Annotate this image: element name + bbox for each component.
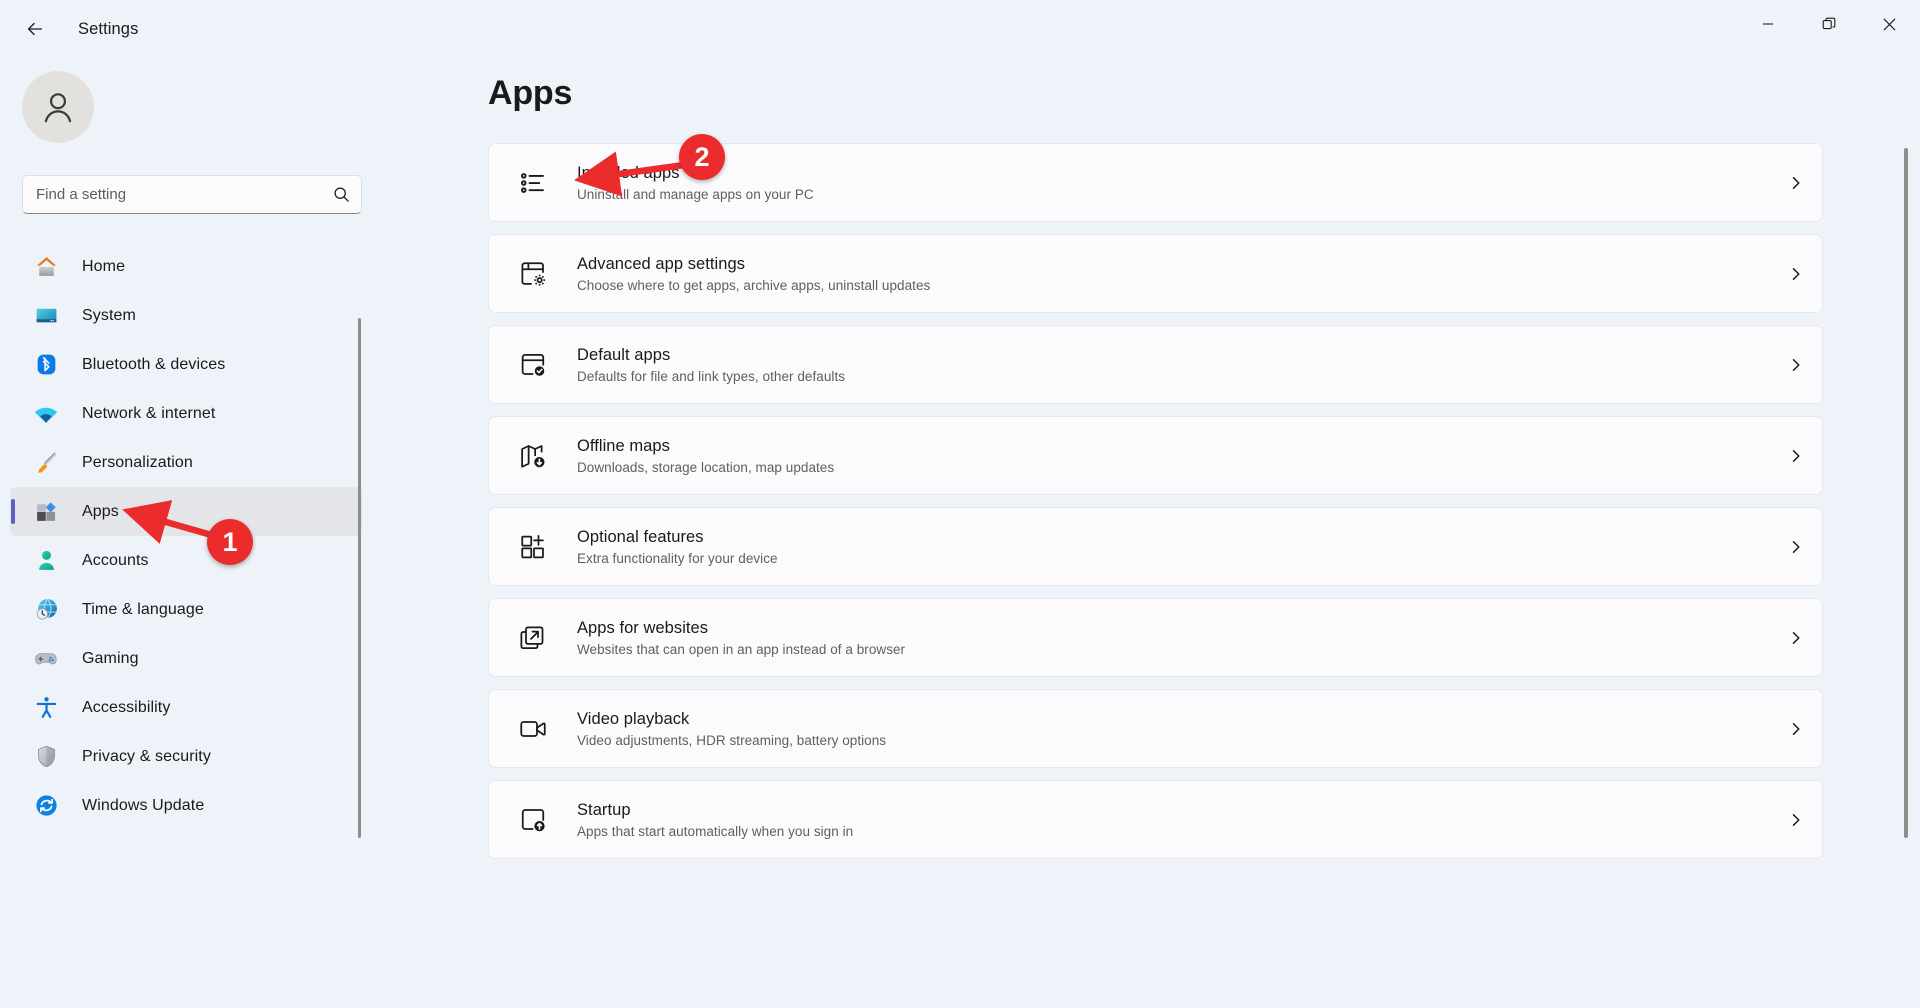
annotation-layer (0, 0, 1920, 1008)
settings-window: Settings (0, 0, 1920, 1008)
annotation-arrow-1 (131, 512, 215, 536)
annotation-arrow-2 (583, 165, 684, 179)
